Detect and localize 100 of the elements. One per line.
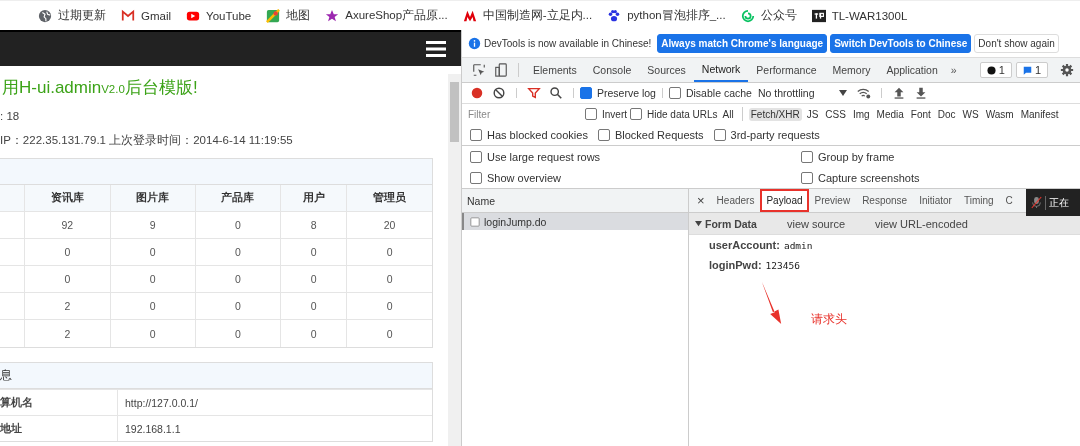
table-cell: 0 bbox=[110, 320, 196, 347]
devtools-tab[interactable]: Performance bbox=[748, 58, 825, 82]
type-filter[interactable]: All bbox=[720, 107, 736, 121]
checkbox-label: Group by frame bbox=[818, 150, 895, 163]
column-header: 图片库 bbox=[110, 185, 196, 211]
table-cell-text: 0 bbox=[385, 326, 394, 342]
table-cell-text: 20 bbox=[382, 218, 397, 233]
map-icon bbox=[266, 8, 281, 23]
devtools-tab[interactable]: Elements bbox=[525, 58, 585, 82]
bookmark[interactable]: 过期更新 bbox=[38, 8, 106, 23]
checkbox-label: Hide data URLs bbox=[647, 108, 718, 120]
bookmark[interactable]: Gmail bbox=[121, 8, 172, 23]
devtools-tab[interactable]: Sources bbox=[639, 58, 694, 82]
checkbox[interactable] bbox=[801, 171, 813, 184]
checkbox[interactable] bbox=[668, 87, 681, 99]
type-filter[interactable]: CSS bbox=[823, 107, 848, 121]
detail-tab[interactable]: Payload bbox=[760, 189, 809, 212]
type-filter[interactable]: Doc bbox=[935, 107, 958, 121]
type-filter[interactable]: WS bbox=[960, 107, 981, 121]
table-cell: 0 bbox=[195, 239, 282, 265]
checkbox[interactable] bbox=[470, 128, 482, 141]
detail-tab[interactable]: Headers bbox=[710, 189, 761, 212]
message-icon bbox=[1022, 65, 1032, 75]
clear-icon[interactable] bbox=[492, 86, 506, 100]
filter-icon[interactable] bbox=[527, 86, 541, 100]
devtools-tab[interactable]: Memory bbox=[824, 58, 879, 82]
field-value: admin bbox=[783, 239, 813, 251]
bookmark[interactable]: 公众号 bbox=[740, 8, 797, 23]
type-filter[interactable]: Font bbox=[908, 107, 933, 121]
checkbox[interactable] bbox=[580, 87, 592, 99]
table-cell: 0 bbox=[281, 320, 348, 347]
dot-icon bbox=[986, 65, 996, 75]
scrollbar[interactable] bbox=[448, 74, 461, 446]
infobar-button[interactable]: Switch DevTools to Chinese bbox=[830, 34, 972, 53]
bookmark[interactable]: 中国制造网-立足内... bbox=[462, 8, 593, 23]
file-icon bbox=[470, 216, 480, 227]
caret-icon bbox=[838, 90, 847, 96]
bookmark[interactable]: YouTube bbox=[186, 8, 252, 23]
devtools-tab[interactable]: Application bbox=[878, 58, 946, 82]
checkbox[interactable] bbox=[470, 171, 482, 184]
detail-tab[interactable]: Initiator bbox=[913, 189, 958, 212]
bookmark[interactable]: TL-WAR1300L bbox=[811, 8, 908, 23]
field-name: loginPwd: bbox=[709, 259, 762, 271]
column-header: 资讯库 bbox=[24, 185, 111, 211]
type-filter[interactable]: JS bbox=[804, 107, 821, 121]
table-cell-text: 0 bbox=[385, 245, 394, 260]
checkbox[interactable] bbox=[630, 108, 642, 120]
type-filter[interactable]: Fetch/XHR bbox=[748, 107, 802, 121]
column-header: 管理员 bbox=[372, 190, 408, 205]
table-cell: 2 bbox=[24, 293, 111, 319]
field-value: 123456 bbox=[765, 259, 800, 271]
throttling-dropdown[interactable]: No throttling bbox=[757, 87, 847, 99]
table-cell: 0 bbox=[281, 239, 348, 265]
devtools-tab[interactable]: Console bbox=[584, 58, 640, 82]
infobar-button[interactable]: Always match Chrome's language bbox=[657, 34, 828, 53]
detail-tab[interactable]: Preview bbox=[808, 189, 857, 212]
request-row[interactable]: loginJump.do bbox=[462, 213, 688, 230]
bookmark[interactable]: AxureShop产品原... bbox=[325, 8, 448, 23]
table-cell: 0 bbox=[195, 293, 282, 319]
checkbox-label: Preserve log bbox=[597, 87, 656, 99]
settings-icon[interactable] bbox=[1060, 63, 1074, 77]
table-cell: 算机名 bbox=[0, 390, 118, 415]
checkbox-label: Use large request rows bbox=[487, 150, 601, 163]
device-icon[interactable] bbox=[494, 63, 508, 77]
checkbox[interactable] bbox=[470, 150, 482, 163]
checkbox[interactable] bbox=[713, 128, 726, 141]
table-cell-text: 192.168.1.1 bbox=[124, 421, 181, 437]
error-counter[interactable]: 1 bbox=[979, 62, 1012, 78]
router-logo-icon bbox=[811, 8, 826, 23]
message-counter[interactable]: 1 bbox=[1015, 62, 1048, 78]
bookmark[interactable]: python冒泡排序_... bbox=[607, 8, 726, 23]
detail-tab[interactable]: Timing bbox=[957, 189, 1000, 212]
more-tabs[interactable]: » bbox=[945, 58, 962, 82]
panel-title: 息 bbox=[0, 368, 12, 383]
devtools-tab[interactable]: Network bbox=[693, 58, 749, 82]
type-filter[interactable]: Img bbox=[850, 107, 872, 121]
type-filter[interactable]: Wasm bbox=[983, 107, 1016, 121]
annotation-arrow bbox=[761, 281, 783, 325]
checkbox-label: Disable cache bbox=[685, 87, 752, 99]
type-filter[interactable]: Media bbox=[874, 107, 906, 121]
close-button[interactable]: × bbox=[689, 189, 711, 212]
record-icon[interactable] bbox=[470, 86, 484, 100]
infobar-button[interactable]: Don't show again bbox=[974, 34, 1059, 53]
detail-tab[interactable]: Response bbox=[856, 189, 914, 212]
column-header: Name bbox=[462, 189, 688, 213]
checkbox-label: Invert bbox=[602, 108, 627, 120]
info-icon bbox=[468, 37, 481, 50]
inspect-icon[interactable] bbox=[472, 63, 486, 77]
wifi-icon[interactable] bbox=[856, 86, 871, 100]
table-cell: 9 bbox=[110, 212, 196, 238]
leaf-icon bbox=[740, 8, 755, 23]
checkbox[interactable] bbox=[597, 128, 610, 141]
type-filter[interactable]: Manifest bbox=[1018, 107, 1061, 121]
view-link[interactable]: view source bbox=[786, 217, 845, 230]
search-icon[interactable] bbox=[549, 86, 563, 100]
section-toggle[interactable]: Form Data bbox=[695, 217, 757, 230]
checkbox[interactable] bbox=[585, 108, 597, 120]
bookmark[interactable]: 地图 bbox=[266, 8, 311, 23]
checkbox[interactable] bbox=[801, 150, 813, 163]
view-link[interactable]: view URL-encoded bbox=[875, 217, 968, 230]
